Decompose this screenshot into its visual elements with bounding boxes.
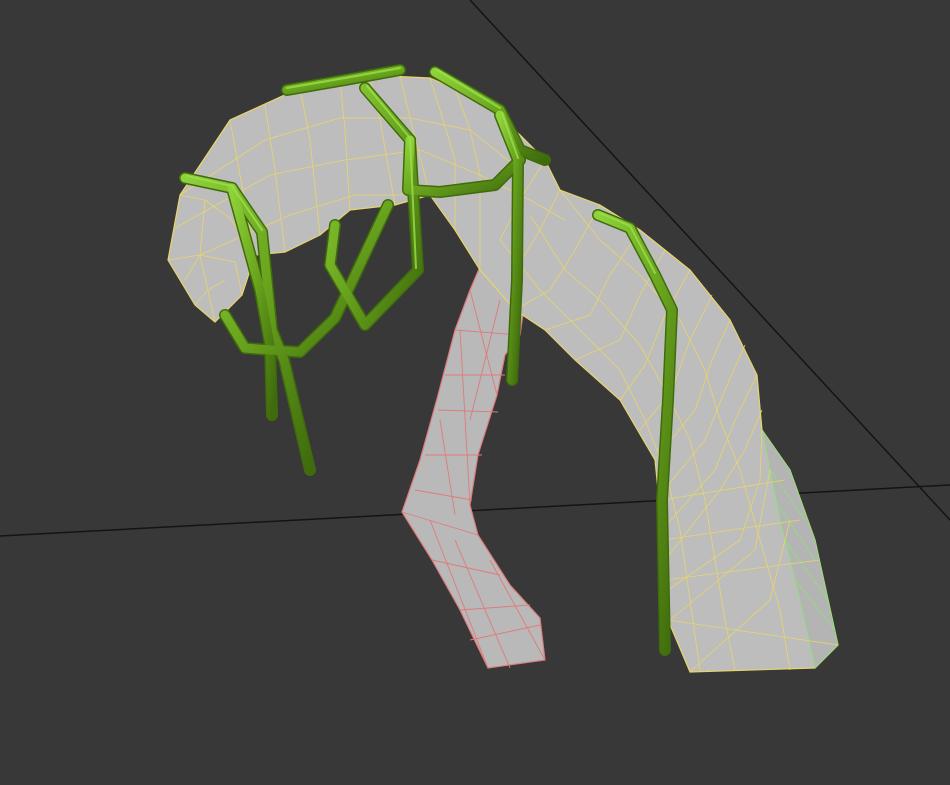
inner-tube-body <box>401 253 546 669</box>
inner-bent-tube-mesh[interactable] <box>401 253 546 669</box>
viewport-canvas[interactable] <box>0 0 950 785</box>
3d-viewport[interactable] <box>0 0 950 785</box>
